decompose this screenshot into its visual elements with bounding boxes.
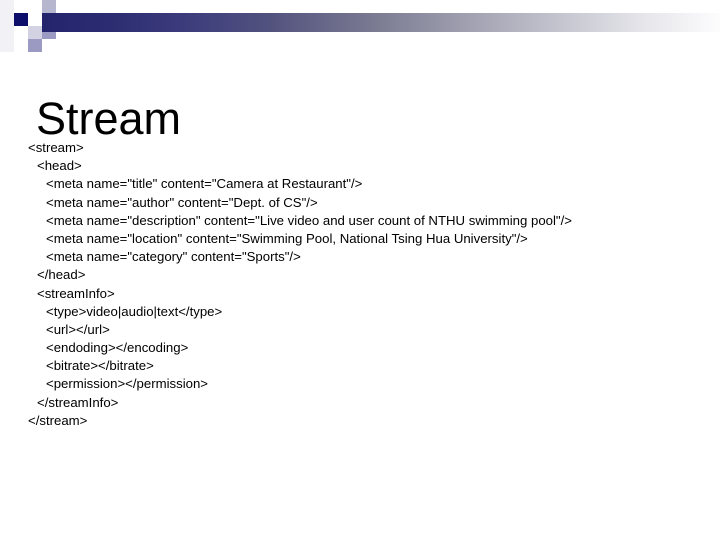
code-line: <type>video|audio|text</type> bbox=[46, 303, 223, 319]
code-line: <stream> bbox=[28, 140, 84, 155]
header-square bbox=[28, 39, 42, 52]
header-square bbox=[0, 0, 14, 52]
header-square bbox=[14, 13, 28, 26]
header-square bbox=[28, 13, 42, 26]
code-line: <meta name="description" content="Live v… bbox=[46, 212, 572, 228]
header-square bbox=[14, 0, 28, 13]
code-line: </stream> bbox=[28, 412, 88, 428]
code-line: <meta name="author" content="Dept. of CS… bbox=[46, 194, 318, 210]
header-square bbox=[14, 26, 28, 39]
code-line: <meta name="title" content="Camera at Re… bbox=[46, 176, 363, 192]
header-gradient-bar bbox=[42, 13, 720, 32]
code-line: <permission></permission> bbox=[46, 376, 208, 392]
code-line: <bitrate></bitrate> bbox=[46, 358, 154, 374]
slide-header-decoration bbox=[0, 0, 720, 52]
header-square bbox=[28, 26, 42, 39]
header-square bbox=[28, 0, 42, 13]
header-square bbox=[56, 0, 70, 13]
xml-code-block: <stream> <head> <meta name="title" content… bbox=[28, 139, 708, 430]
code-line: <url></url> bbox=[46, 321, 110, 337]
code-line: <head> bbox=[37, 158, 82, 174]
code-line: <streamInfo> bbox=[37, 285, 115, 301]
code-line: <meta name="location" content="Swimming … bbox=[46, 230, 528, 246]
code-line: <endoding></encoding> bbox=[46, 340, 189, 356]
header-square bbox=[42, 0, 56, 13]
code-line: </head> bbox=[37, 267, 86, 283]
code-line: </streamInfo> bbox=[37, 394, 119, 410]
code-line: <meta name="category" content="Sports"/> bbox=[46, 249, 301, 265]
